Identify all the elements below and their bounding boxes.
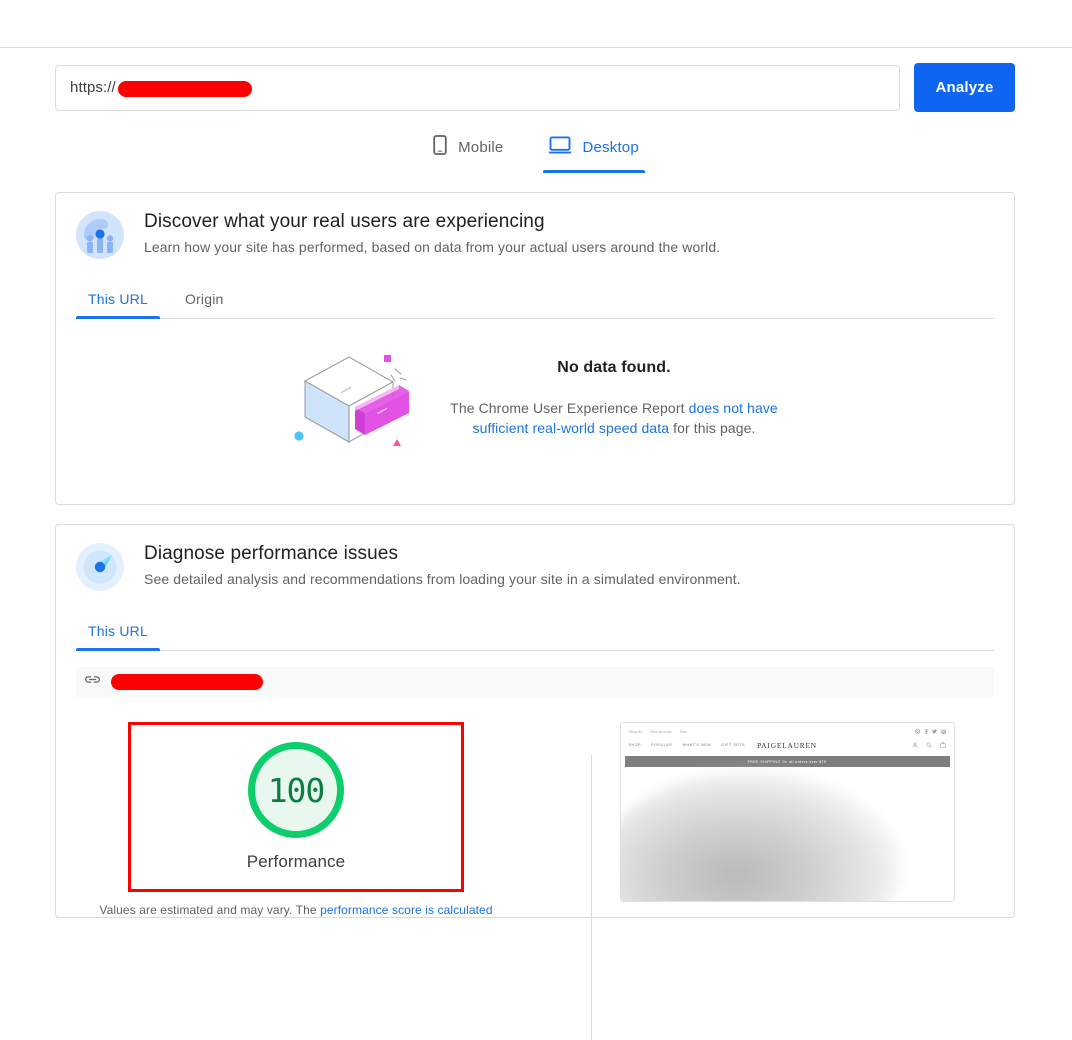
field-data-tab-group: This URL Origin: [76, 285, 994, 319]
lab-data-card-header: Diagnose performance issues See detailed…: [56, 525, 1014, 595]
page-thumbnail-column: Shop All New Arrivals Sale SHOP POPULAR: [536, 722, 1014, 917]
tab-origin-field[interactable]: Origin: [173, 285, 236, 318]
thumbnail-brand-wordmark: PAIGELAUREN: [757, 740, 817, 750]
score-footnote: Values are estimated and may vary. The p…: [96, 903, 496, 917]
tab-desktop[interactable]: Desktop: [543, 131, 646, 173]
diagnose-speedometer-icon: [76, 543, 124, 591]
no-data-body-prefix: The Chrome User Experience Report: [450, 400, 689, 416]
device-tab-group: Mobile Desktop: [0, 131, 1072, 173]
lab-data-card-title: Diagnose performance issues: [144, 543, 399, 564]
twitter-icon: [931, 729, 937, 734]
score-thumbnail-divider: [591, 755, 592, 1040]
lab-score-area: 100 Performance Values are estimated and…: [56, 697, 1014, 1040]
field-data-empty-state: No data found. The Chrome User Experienc…: [56, 319, 1014, 504]
thumbnail-hero-image-blur: [620, 771, 901, 901]
tab-this-url-field[interactable]: This URL: [76, 285, 160, 319]
lab-data-card-text: Diagnose performance issues See detailed…: [144, 543, 741, 591]
thumbnail-main-nav: SHOP POPULAR WHAT'S NEW GIFT SETS PAIGEL…: [621, 736, 954, 754]
analyze-url-row: https:// Analyze: [0, 48, 1072, 112]
browser-chrome-strip: [0, 0, 1072, 48]
thumbnail-utility-nav: Shop All New Arrivals Sale: [621, 723, 954, 736]
tab-this-url-lab[interactable]: This URL: [76, 617, 160, 651]
no-data-body-suffix: for this page.: [669, 420, 756, 436]
analyze-button[interactable]: Analyze: [914, 63, 1015, 112]
thumbnail-social-icons: [914, 729, 946, 734]
thumbnail-promo-banner: FREE SHIPPING On all orders over $75: [624, 756, 950, 767]
field-data-card-subtitle: Learn how your site has performed, based…: [144, 239, 721, 255]
thumbnail-utility-nav-1: Shop All: [628, 729, 643, 734]
thumbnail-utility-nav-2: New Arrivals: [650, 729, 672, 734]
thumbnail-utility-nav-3: Sale: [679, 729, 688, 734]
tab-mobile[interactable]: Mobile: [427, 131, 509, 173]
performance-score-value: 100: [267, 770, 326, 810]
performance-score-gauge[interactable]: 100: [248, 742, 344, 838]
score-footnote-prefix: Values are estimated and may vary. The: [99, 903, 321, 917]
field-data-empty-text: No data found. The Chrome User Experienc…: [449, 345, 779, 438]
analyzed-url-chip: [76, 667, 994, 697]
mobile-phone-icon: [433, 135, 447, 159]
no-data-body: The Chrome User Experience Report does n…: [449, 398, 779, 438]
url-input[interactable]: https://: [55, 64, 900, 111]
performance-score-annotation-box: 100 Performance: [128, 722, 464, 892]
pagespeed-insights-page: https:// Analyze Mobile Desktop Discover…: [0, 48, 1072, 1040]
thumbnail-hero-caption-line: [792, 851, 807, 853]
field-data-card-text: Discover what your real users are experi…: [144, 211, 720, 259]
tab-mobile-label: Mobile: [458, 138, 504, 156]
link-chain-icon: [84, 671, 101, 693]
page-screenshot-thumbnail[interactable]: Shop All New Arrivals Sale SHOP POPULAR: [619, 722, 955, 902]
lab-data-card: Diagnose performance issues See detailed…: [55, 524, 1015, 1040]
field-data-card-title: Discover what your real users are experi…: [144, 211, 545, 232]
field-data-card-header: Discover what your real users are experi…: [56, 193, 1014, 263]
field-data-card: Discover what your real users are experi…: [55, 192, 1015, 505]
facebook-icon: [924, 729, 928, 734]
performance-score-column: 100 Performance Values are estimated and…: [56, 722, 536, 917]
thumbnail-promo-text: FREE SHIPPING On all orders over $75: [747, 759, 827, 764]
lab-data-card-subtitle: See detailed analysis and recommendation…: [144, 571, 741, 587]
pinterest-icon: [940, 729, 946, 734]
lab-data-tab-group: This URL: [76, 617, 994, 651]
real-users-people-icon: [76, 211, 124, 259]
analyzed-url-redaction-mark: [111, 674, 263, 690]
instagram-icon: [914, 729, 920, 734]
no-data-title: No data found.: [557, 359, 671, 376]
tab-desktop-label: Desktop: [582, 138, 639, 156]
performance-score-label: Performance: [246, 852, 346, 871]
url-redaction-mark: [118, 80, 252, 97]
desktop-monitor-icon: [549, 136, 572, 158]
score-calculation-link[interactable]: performance score is calculated: [320, 903, 493, 917]
isometric-empty-drawer-illustration: [291, 347, 409, 456]
url-input-value: https://: [70, 79, 116, 96]
